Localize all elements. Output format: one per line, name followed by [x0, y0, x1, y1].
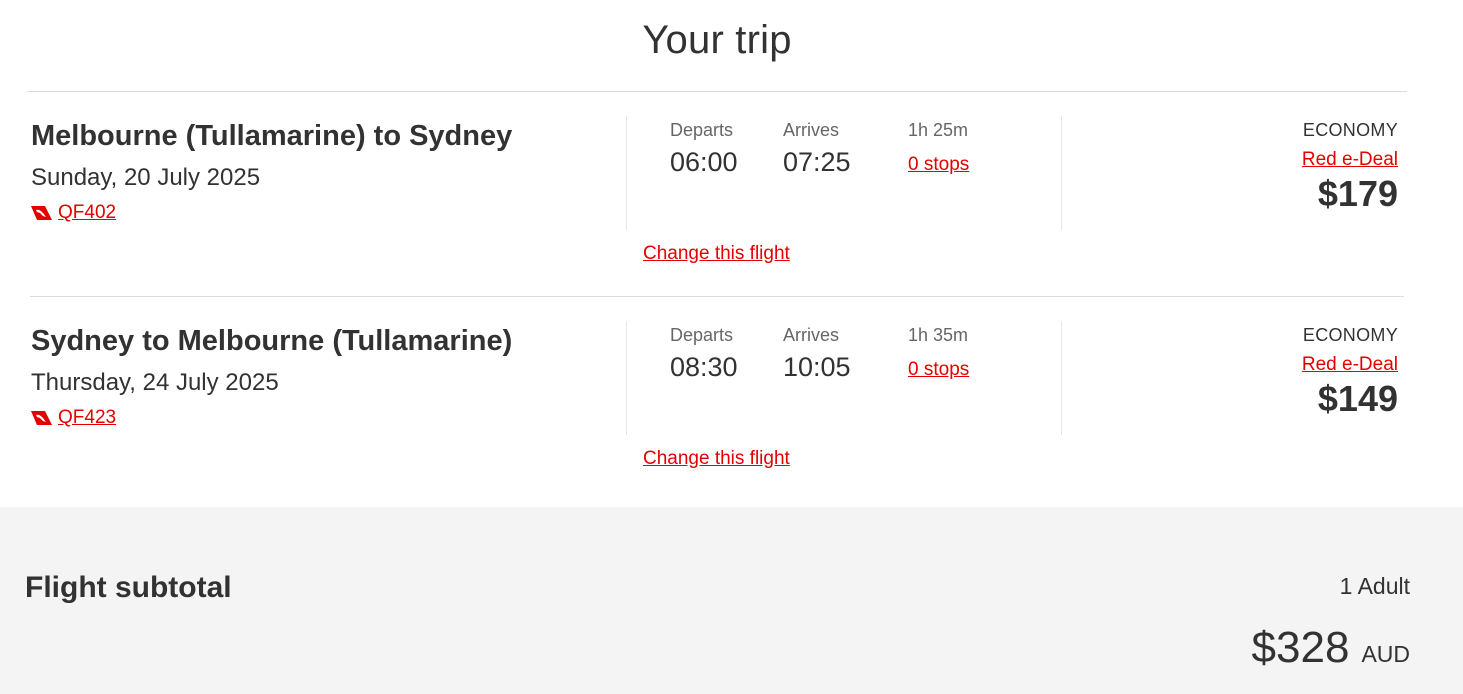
divider [1061, 116, 1062, 230]
duration-column: 1h 25m 0 stops [908, 120, 969, 176]
subtotal-total: $328 AUD [1252, 623, 1410, 673]
flight-number-link[interactable]: QF402 [58, 202, 116, 224]
flight-number-row: QF423 [31, 407, 116, 429]
page-title: Your trip [642, 18, 792, 62]
flight-date: Sunday, 20 July 2025 [31, 164, 261, 191]
fare-type-link[interactable]: Red e-Deal [1302, 149, 1398, 171]
passenger-count: 1 Adult [1339, 573, 1410, 599]
fare-summary: ECONOMY Red e-Deal $149 [1302, 325, 1398, 420]
flight-duration: 1h 35m [908, 325, 969, 345]
arrives-time: 07:25 [783, 147, 851, 177]
arrives-label: Arrives [783, 325, 840, 345]
arrives-column: Arrives 07:25 [783, 120, 851, 178]
departs-column: Departs 06:00 [670, 120, 738, 178]
qantas-kangaroo-icon [31, 205, 52, 221]
currency-code: AUD [1361, 641, 1410, 667]
flight-route: Sydney to Melbourne (Tullamarine) [31, 325, 513, 357]
flight-number-row: QF402 [31, 202, 116, 224]
departs-column: Departs 08:30 [670, 325, 738, 383]
change-flight-link[interactable]: Change this flight [643, 448, 790, 470]
stops-link[interactable]: 0 stops [908, 154, 969, 176]
departs-label: Departs [670, 325, 734, 345]
flight-route: Melbourne (Tullamarine) to Sydney [31, 120, 513, 152]
subtotal-amount: $328 [1251, 623, 1350, 672]
departs-time: 06:00 [670, 147, 738, 177]
fare-type-link[interactable]: Red e-Deal [1302, 354, 1398, 376]
flight-card-return: Sydney to Melbourne (Tullamarine) Thursd… [0, 297, 1463, 497]
arrives-column: Arrives 10:05 [783, 325, 851, 383]
cabin-class: ECONOMY [1302, 120, 1398, 140]
fare-summary: ECONOMY Red e-Deal $179 [1302, 120, 1398, 215]
change-flight-link[interactable]: Change this flight [643, 243, 790, 265]
duration-column: 1h 35m 0 stops [908, 325, 969, 381]
flight-card-outbound: Melbourne (Tullamarine) to Sydney Sunday… [0, 92, 1463, 292]
arrives-label: Arrives [783, 120, 840, 140]
arrives-time: 10:05 [783, 352, 851, 382]
divider [626, 321, 627, 435]
stops-link[interactable]: 0 stops [908, 359, 969, 381]
divider [1061, 321, 1062, 435]
divider [626, 116, 627, 230]
cabin-class: ECONOMY [1302, 325, 1398, 345]
flight-subtotal-panel: Flight subtotal 1 Adult $328 AUD [0, 507, 1463, 694]
flight-price: $149 [1317, 378, 1398, 419]
subtotal-label: Flight subtotal [25, 571, 232, 604]
qantas-kangaroo-icon [31, 410, 52, 426]
departs-label: Departs [670, 120, 734, 140]
flight-price: $179 [1317, 173, 1398, 214]
departs-time: 08:30 [670, 352, 738, 382]
flight-duration: 1h 25m [908, 120, 969, 140]
flight-date: Thursday, 24 July 2025 [31, 369, 279, 396]
flight-number-link[interactable]: QF423 [58, 407, 116, 429]
trip-summary-page: Your trip Melbourne (Tullamarine) to Syd… [0, 0, 1463, 694]
